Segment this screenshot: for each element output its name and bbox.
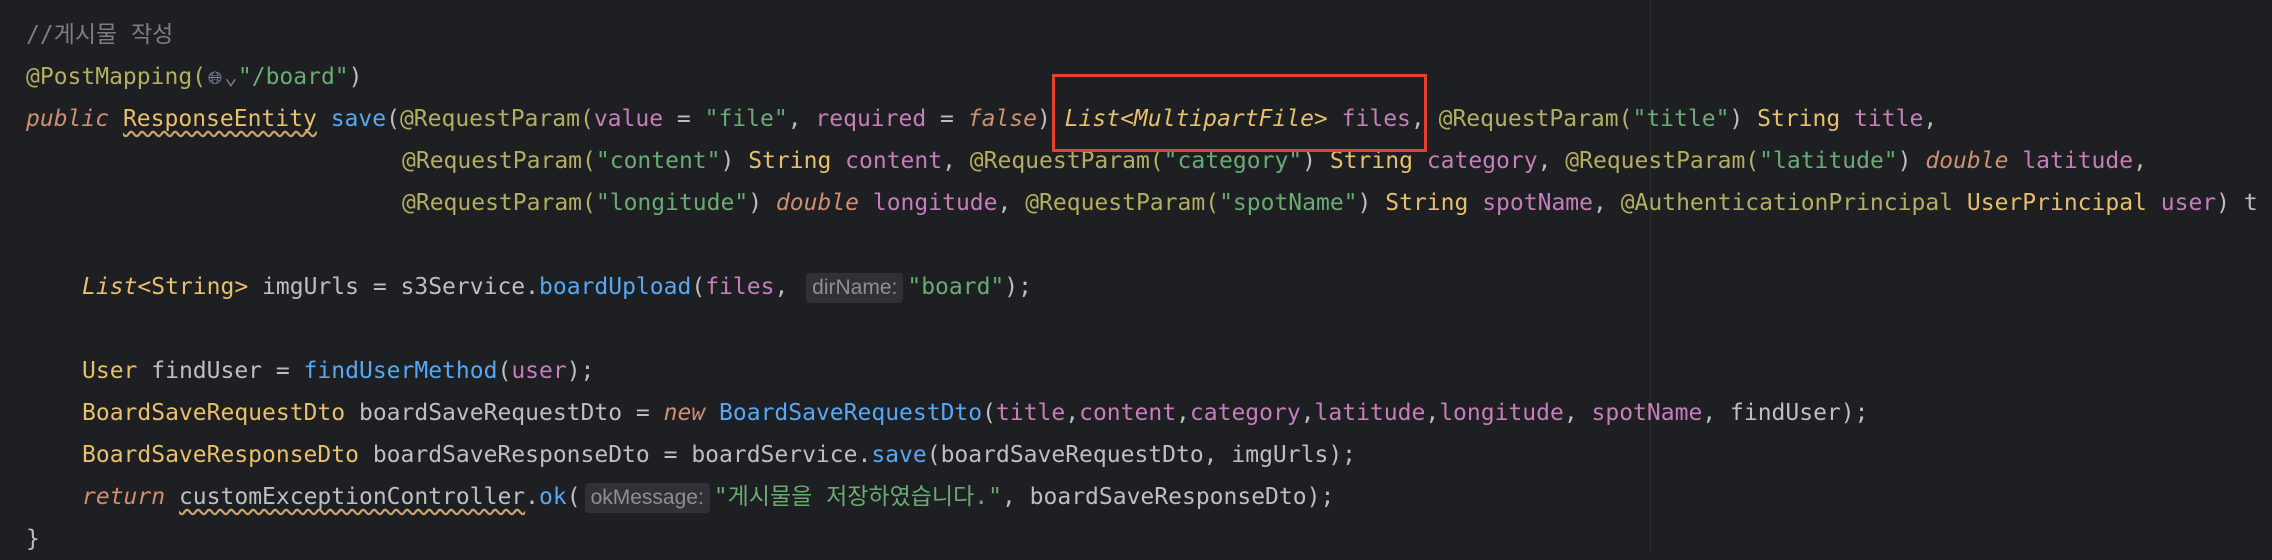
string-literal: "board" [907,274,1005,300]
arg: title [996,400,1066,426]
constructor-call: BoardSaveRequestDto [719,400,983,426]
arg: longitude [1439,400,1564,426]
arg-finduser: findUser [1730,400,1841,426]
chevron-down-icon[interactable]: ⌄ [224,64,238,90]
param-latitude: latitude [2022,148,2134,174]
code-line-return: return customExceptionController.ok(okMe… [82,476,1334,518]
type-user: User [82,358,138,384]
var-response-dto: boardSaveResponseDto [372,442,650,468]
var-request-dto: boardSaveRequestDto [358,400,623,426]
type-list: List [82,274,138,300]
param-user: user [2160,190,2217,216]
attr-key: required [815,106,927,132]
operator: = [358,274,401,300]
arg: latitude [1314,400,1426,426]
string-literal: "게시물을 저장하였습니다." [713,484,1002,510]
string-literal: "title" [1632,106,1730,132]
keyword-false: false [967,106,1037,132]
statement-end: , boardSaveResponseDto); [1001,484,1335,510]
string-literal: "content" [595,148,721,174]
return-type: ResponseEntity [122,106,317,132]
string-literal: "spotName" [1219,190,1358,216]
type-userprincipal: UserPrincipal [1966,190,2147,216]
arg: category [1189,400,1301,426]
postmapping-annotation: @PostMapping( [26,64,207,90]
var-finduser: findUser [151,358,263,384]
keyword-return: return [82,484,166,510]
code-line-finduser: User findUser = findUserMethod(user); [82,358,595,384]
param-spotname: spotName [1482,190,1593,216]
keyword-double: double [1925,148,2009,174]
annotation: @RequestParam( [1025,190,1220,216]
method-name: save [330,106,387,132]
attr-key: value [593,106,664,132]
code-line-request-dto: BoardSaveRequestDto boardSaveRequestDto … [82,400,1869,426]
comment: //게시물 작성 [26,22,174,48]
keyword-double: double [775,190,859,216]
statement-end: ); [1840,400,1869,426]
param-content: content [845,148,943,174]
code-line-signature: public ResponseEntity save(@RequestParam… [26,106,1938,132]
closing-brace: } [26,526,40,552]
code-line-comment: //게시물 작성 [26,14,173,56]
operator: = [926,106,968,132]
type-response-dto: BoardSaveResponseDto [82,442,359,468]
annotation: @RequestParam( [402,148,596,174]
type-generic: <String> [137,274,249,300]
method-call: ok [539,484,567,510]
keyword-new: new [663,400,706,426]
arg: content [1079,400,1177,426]
call-args: boardSaveRequestDto, imgUrls [940,442,1329,468]
service-ref: s3Service. [400,274,539,300]
code-line-postmapping: @PostMapping(🌐︎⌄"/board") [26,56,363,98]
arg-files: files [705,274,775,300]
method-call: findUserMethod [303,358,498,384]
operator: = [622,400,664,426]
statement-end: ); [566,358,595,384]
annotation-auth-principal: @AuthenticationPrincipal [1620,190,1954,216]
code-line-imgurls: List<String> imgUrls = s3Service.boardUp… [82,266,1032,308]
var-imgurls: imgUrls [262,274,359,300]
annotation: @RequestParam( [399,106,594,132]
type-string: String [1385,190,1469,216]
keyword-public: public [26,106,110,132]
type-request-dto: BoardSaveRequestDto [82,400,346,426]
inlay-hint: dirName: [806,273,904,303]
code-line-response-dto: BoardSaveResponseDto boardSaveResponseDt… [82,442,1357,468]
method-call: boardUpload [539,274,692,300]
mapping-path: "/board" [237,64,349,90]
arg: spotName [1591,400,1703,426]
globe-icon[interactable]: 🌐︎ [206,58,224,100]
line-tail: ) t [2216,190,2258,216]
param-category: category [1426,148,1538,174]
param-longitude: longitude [872,190,998,216]
code-editor[interactable]: //게시물 작성 @PostMapping(🌐︎⌄"/board") publi… [0,0,2272,554]
string-literal: "latitude" [1759,148,1898,174]
code-line-params-3: @RequestParam("longitude") double longit… [402,190,2258,216]
operator: = [262,358,304,384]
annotation: @RequestParam( [1438,106,1633,132]
right-margin-guide [1650,0,1651,554]
operator: = [649,442,692,468]
string-literal: "longitude" [595,190,749,216]
type-string: String [1757,106,1841,132]
annotation: @RequestParam( [1565,148,1760,174]
operator: = [663,106,705,132]
statement-end: ); [1004,274,1032,300]
string-literal: "file" [704,106,788,132]
annotation: @RequestParam( [402,190,596,216]
highlight-box [1052,74,1427,152]
service-ref: boardService. [691,442,872,468]
statement-end: ); [1328,442,1357,468]
method-call: save [871,442,927,468]
param-title: title [1854,106,1924,132]
arg-user: user [511,358,567,384]
type-string: String [748,148,832,174]
controller-ref: customExceptionController [178,484,526,510]
inlay-hint: okMessage: [584,483,710,513]
